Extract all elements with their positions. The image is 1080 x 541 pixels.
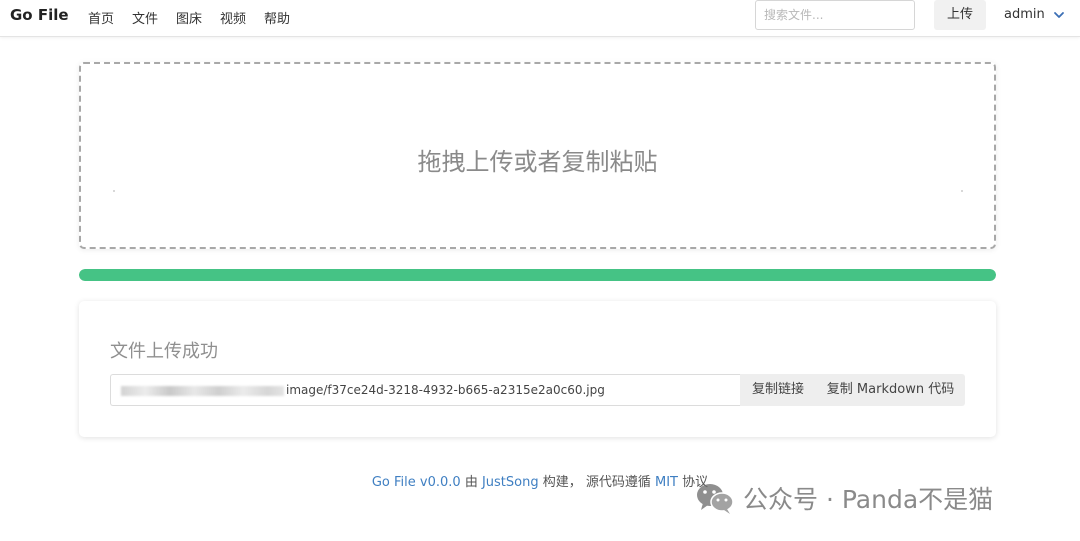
brand-logo[interactable]: Go File [10,6,69,24]
watermark-text: 公众号 · Panda不是猫 [743,485,994,514]
license-link[interactable]: MIT [655,475,678,490]
chevron-down-icon [1053,11,1064,18]
search-input[interactable] [755,0,915,30]
upload-progress-fill [79,269,996,281]
dropzone-dot-right [961,190,963,192]
footer-built-text: 构建， 源代码遵循 [538,475,655,490]
upload-button[interactable]: 上传 [934,0,986,30]
copy-link-button[interactable]: 复制链接 [740,374,816,406]
copy-markdown-button[interactable]: 复制 Markdown 代码 [816,374,965,406]
upload-dropzone[interactable]: 拖拽上传或者复制粘贴 [79,62,996,249]
file-url-text: image/f37ce24d-3218-4932-b665-a2315e2a0c… [286,383,605,397]
dropzone-dot-left [113,190,115,192]
nav-home[interactable]: 首页 [88,8,114,27]
wechat-icon [697,484,734,514]
wechat-watermark: 公众号 · Panda不是猫 [695,480,993,516]
upload-result-card: 文件上传成功 image/f37ce24d-3218-4932-b665-a23… [79,301,996,437]
url-copy-row: image/f37ce24d-3218-4932-b665-a2315e2a0c… [110,374,965,406]
top-navbar: Go File 首页 文件 图床 视频 帮助 上传 admin [0,0,1080,37]
nav-image-host[interactable]: 图床 [176,8,202,27]
user-name: admin [1004,7,1045,22]
user-menu[interactable]: admin [1004,7,1065,22]
footer-by-text: 由 [460,475,482,490]
blurred-url-prefix [121,385,284,396]
app-version-link[interactable]: Go File v0.0.0 [372,475,461,490]
file-url-field[interactable]: image/f37ce24d-3218-4932-b665-a2315e2a0c… [110,374,740,406]
author-link[interactable]: JustSong [482,475,539,490]
dropzone-hint: 拖拽上传或者复制粘贴 [417,148,658,176]
upload-progress-bar [79,269,996,281]
nav-files[interactable]: 文件 [132,8,158,27]
nav-help[interactable]: 帮助 [264,8,290,27]
nav-videos[interactable]: 视频 [220,8,246,27]
upload-success-title: 文件上传成功 [110,341,218,362]
